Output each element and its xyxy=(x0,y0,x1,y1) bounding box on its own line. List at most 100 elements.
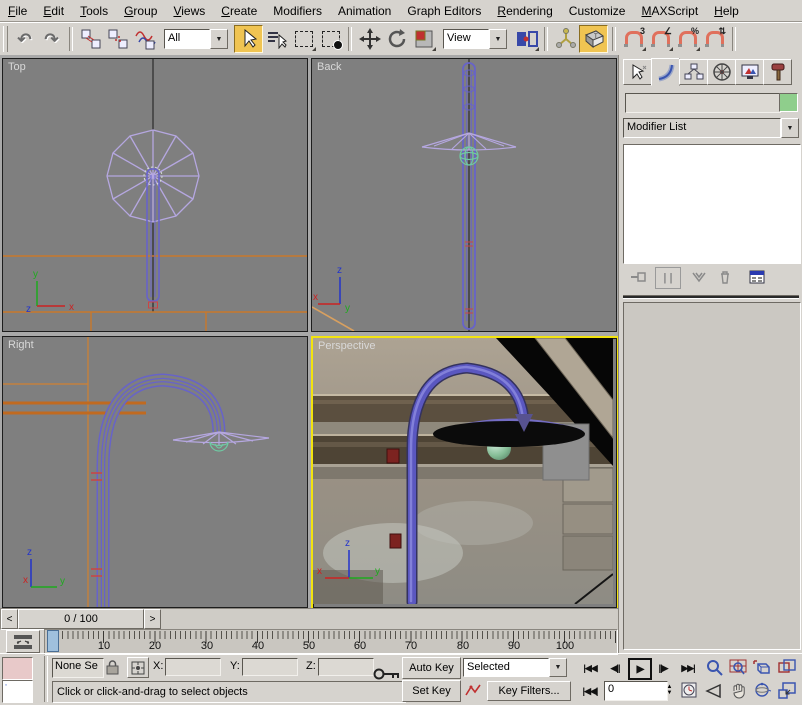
lamp-shade-wireframe[interactable] xyxy=(107,130,199,222)
viewport-right[interactable]: Right xyxy=(2,336,308,608)
field-of-view-button[interactable] xyxy=(703,681,725,700)
object-color-swatch[interactable] xyxy=(779,93,798,112)
next-frame-button[interactable]: ||▶ xyxy=(652,659,674,677)
unlink-selection-button[interactable] xyxy=(104,26,131,52)
undo-button[interactable]: ↶ xyxy=(11,26,38,52)
next-frame-arrow-button[interactable]: > xyxy=(144,609,161,629)
selection-filter-dropdown[interactable]: All ▼ xyxy=(164,29,228,49)
named-selection-set-field[interactable]: None Se xyxy=(52,658,104,678)
zoom-extents-all-button[interactable] xyxy=(776,658,798,677)
previous-frame-arrow-button[interactable]: < xyxy=(1,609,18,629)
reference-coordinate-system-dropdown[interactable]: View ▼ xyxy=(443,29,507,49)
rectangular-selection-region-button[interactable] xyxy=(290,26,317,52)
viewport-perspective[interactable]: Perspective xyxy=(311,336,619,610)
make-unique-button[interactable] xyxy=(687,267,711,287)
spinner-snap-toggle-button[interactable]: ⇅ xyxy=(701,26,728,52)
remove-modifier-button[interactable] xyxy=(713,267,737,287)
tab-modify[interactable] xyxy=(651,58,680,86)
pan-button[interactable] xyxy=(727,681,749,700)
menu-group[interactable]: Group xyxy=(116,2,165,20)
modifier-list-dropdown[interactable]: Modifier List ▼ xyxy=(623,118,799,138)
viewport-top-canvas[interactable]: y x z xyxy=(3,59,307,331)
object-name-field[interactable] xyxy=(625,93,781,113)
dropdown-arrow-icon[interactable]: ▼ xyxy=(489,29,507,49)
open-mini-curve-editor-button[interactable] xyxy=(6,630,40,653)
tab-display[interactable] xyxy=(735,59,764,85)
select-and-rotate-button[interactable] xyxy=(383,26,410,52)
select-object-button[interactable] xyxy=(234,25,263,53)
play-animation-button[interactable]: ▶ xyxy=(628,658,652,680)
menu-modifiers[interactable]: Modifiers xyxy=(265,2,330,20)
default-in-out-tangents-button[interactable] xyxy=(463,681,483,699)
tab-hierarchy[interactable] xyxy=(679,59,708,85)
current-frame-marker[interactable] xyxy=(47,630,59,652)
window-crossing-toggle-button[interactable] xyxy=(317,26,344,52)
select-by-name-button[interactable] xyxy=(263,26,290,52)
tab-create[interactable] xyxy=(623,59,652,85)
key-filters-button[interactable]: Key Filters... xyxy=(487,681,571,701)
x-coordinate-field[interactable] xyxy=(165,658,221,676)
lamp-shade-wireframe[interactable] xyxy=(173,432,269,445)
frame-spinner[interactable]: ▲ ▼ xyxy=(664,681,675,699)
menu-file[interactable]: File xyxy=(0,2,35,20)
keyboard-shortcut-override-toggle-button[interactable]: T xyxy=(579,25,608,53)
previous-frame-button[interactable]: ◀|| xyxy=(604,659,626,677)
viewport-back-label[interactable]: Back xyxy=(317,61,341,73)
zoom-button[interactable] xyxy=(703,658,725,677)
viewport-right-canvas[interactable]: z y x xyxy=(3,337,307,607)
auto-key-button[interactable]: Auto Key xyxy=(402,657,461,679)
snaps-toggle-button[interactable]: 3 xyxy=(620,26,647,52)
dropdown-arrow-icon[interactable]: ▼ xyxy=(781,118,799,138)
dropdown-arrow-icon[interactable]: ▼ xyxy=(210,29,228,49)
viewport-top-label[interactable]: Top xyxy=(8,61,26,73)
track-bar-ruler[interactable]: 0 10 20 30 40 50 60 70 80 90 100 xyxy=(44,629,618,655)
set-key-button[interactable]: Set Key xyxy=(402,680,461,702)
configure-modifier-sets-button[interactable] xyxy=(745,267,769,287)
modifier-stack-list[interactable] xyxy=(623,144,801,264)
key-mode-toggle-button[interactable]: |◀◀| xyxy=(578,682,602,700)
min-max-toggle-button[interactable] xyxy=(776,681,798,700)
use-pivot-point-center-button[interactable] xyxy=(513,26,540,52)
menu-graph-editors[interactable]: Graph Editors xyxy=(399,2,489,20)
time-configuration-button[interactable] xyxy=(679,681,699,699)
menu-animation[interactable]: Animation xyxy=(330,2,399,20)
bind-to-space-warp-button[interactable] xyxy=(131,26,158,52)
selection-set-dropdown[interactable]: Selected ▼ xyxy=(463,658,567,677)
time-slider-handle[interactable]: 0 / 100 xyxy=(18,609,144,629)
select-and-link-button[interactable] xyxy=(77,26,104,52)
arc-rotate-button[interactable] xyxy=(751,681,773,700)
viewport-back-canvas[interactable]: z x y xyxy=(312,59,616,331)
menu-create[interactable]: Create xyxy=(213,2,265,20)
show-end-result-button[interactable]: | | xyxy=(655,267,681,289)
y-coordinate-field[interactable] xyxy=(242,658,298,676)
menu-views[interactable]: Views xyxy=(165,2,213,20)
rollout-area[interactable] xyxy=(623,302,801,650)
tab-utilities[interactable] xyxy=(763,59,792,85)
menu-tools[interactable]: Tools xyxy=(72,2,116,20)
menu-rendering[interactable]: Rendering xyxy=(489,2,560,20)
go-to-start-button[interactable]: |◀◀ xyxy=(578,659,602,677)
maxscript-mini-listener-macro[interactable] xyxy=(2,657,33,680)
dropdown-arrow-icon[interactable]: ▼ xyxy=(549,658,567,677)
percent-snap-toggle-button[interactable]: % xyxy=(674,26,701,52)
viewport-back[interactable]: Back xyxy=(311,58,617,332)
zoom-all-button[interactable] xyxy=(727,658,749,677)
menu-help[interactable]: Help xyxy=(706,2,747,20)
viewport-perspective-label[interactable]: Perspective xyxy=(318,340,375,352)
time-slider-track[interactable]: < 0 / 100 > xyxy=(0,608,619,630)
maxscript-mini-listener[interactable]: ' xyxy=(2,680,33,703)
viewport-right-label[interactable]: Right xyxy=(8,339,34,351)
absolute-mode-transform-button[interactable] xyxy=(127,657,149,678)
menu-edit[interactable]: Edit xyxy=(35,2,72,20)
redo-button[interactable]: ↷ xyxy=(38,26,65,52)
selection-lock-toggle-button[interactable] xyxy=(103,658,121,676)
pin-stack-button[interactable] xyxy=(627,267,651,287)
current-frame-field[interactable]: 0 xyxy=(604,681,668,701)
angle-snap-toggle-button[interactable]: ∠ xyxy=(647,26,674,52)
spinner-down-icon[interactable]: ▼ xyxy=(667,690,673,696)
menu-customize[interactable]: Customize xyxy=(561,2,634,20)
select-and-move-button[interactable] xyxy=(356,26,383,52)
z-coordinate-field[interactable] xyxy=(318,658,374,676)
menu-maxscript[interactable]: MAXScript xyxy=(633,2,706,20)
go-to-end-button[interactable]: ▶▶| xyxy=(676,659,700,677)
